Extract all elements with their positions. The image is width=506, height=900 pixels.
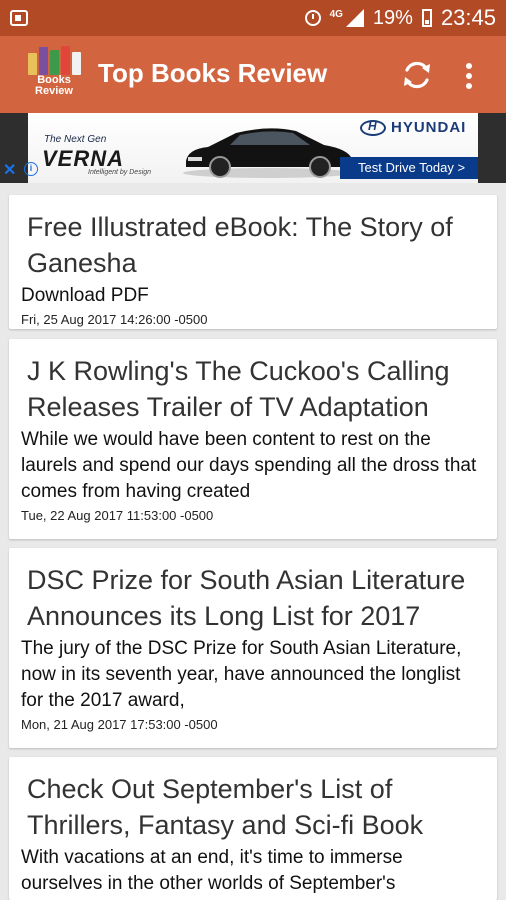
refresh-icon[interactable] [400, 58, 434, 92]
books-icon [27, 45, 81, 75]
alarm-icon [304, 10, 321, 26]
article-card[interactable]: Free Illustrated eBook: The Story of Gan… [9, 195, 497, 329]
article-description: While we would have been content to rest… [21, 429, 477, 502]
clock: 23:45 [440, 5, 496, 30]
signal-icon [345, 9, 364, 27]
logo-text-review: Review [35, 85, 73, 97]
battery-icon [421, 9, 432, 27]
network-type: 4G [329, 8, 343, 20]
ad-tagline: The Next Gen [44, 134, 107, 145]
article-date: Fri, 25 Aug 2017 14:26:00 -0500 [21, 312, 208, 327]
app-logo: Books Review [22, 45, 86, 105]
car-image [183, 128, 353, 178]
ad-banner[interactable]: The Next Gen VERNA Intelligent by Design… [0, 113, 506, 183]
article-description: Download PDF [21, 285, 149, 306]
article-date: Tue, 22 Aug 2017 11:53:00 -0500 [21, 508, 214, 523]
ad-cta-button[interactable]: Test Drive Today > [340, 157, 478, 179]
ad-subtitle: Intelligent by Design [88, 169, 152, 176]
article-card[interactable]: Check Out September's List of Thrillers,… [9, 757, 497, 900]
ad-info-icon[interactable]: i [24, 162, 38, 176]
app-title: Top Books Review [98, 58, 328, 88]
article-description: The jury of the DSC Prize for South Asia… [21, 638, 462, 711]
ad-brand: HYUNDAI [360, 119, 466, 136]
article-card[interactable]: J K Rowling's The Cuckoo's Calling Relea… [9, 339, 497, 539]
status-bar: 4G 19% 23:45 [0, 0, 506, 36]
article-description: With vacations at an end, it's time to i… [21, 847, 403, 894]
article-title[interactable]: Free Illustrated eBook: The Story of Gan… [27, 209, 485, 281]
article-title[interactable]: DSC Prize for South Asian Literature Ann… [27, 562, 485, 634]
article-title[interactable]: J K Rowling's The Cuckoo's Calling Relea… [27, 353, 485, 425]
ad-close-icon[interactable]: ✕ [3, 160, 16, 180]
notification-app-icon [10, 10, 28, 26]
battery-percent: 19% [372, 6, 413, 29]
article-date: Mon, 21 Aug 2017 17:53:00 -0500 [21, 717, 218, 732]
ad-brand-text: HYUNDAI [391, 119, 467, 136]
hyundai-logo-icon [360, 119, 386, 136]
more-vert-icon[interactable] [462, 62, 476, 90]
ad-creative[interactable]: The Next Gen VERNA Intelligent by Design… [28, 113, 478, 183]
article-card[interactable]: DSC Prize for South Asian Literature Ann… [9, 548, 497, 748]
article-title[interactable]: Check Out September's List of Thrillers,… [27, 771, 485, 843]
